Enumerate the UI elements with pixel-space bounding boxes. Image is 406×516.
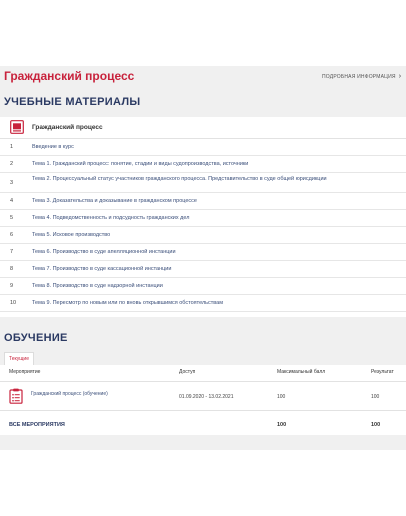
list-item-number: 4 xyxy=(10,198,14,204)
training-heading: ОБУЧЕНИЕ xyxy=(4,332,68,344)
list-item-link[interactable]: Тема 2. Процессуальный статус участников… xyxy=(32,175,372,183)
list-item[interactable]: 1 Введение в курс xyxy=(0,139,406,156)
page-title: Гражданский процесс xyxy=(4,69,135,83)
list-item-link[interactable]: Тема 4. Подведомственность и подсудность… xyxy=(32,214,372,222)
list-item-number: 9 xyxy=(10,283,14,289)
list-item-number: 7 xyxy=(10,249,14,255)
course-title: Гражданский процесс xyxy=(32,124,103,131)
list-item[interactable]: 5 Тема 4. Подведомственность и подсудност… xyxy=(0,210,406,227)
list-item-number: 3 xyxy=(10,180,14,186)
events-table: Мероприятие Доступ Максимальный балл Рез… xyxy=(0,365,406,435)
list-item[interactable]: 7 Тема 6. Производство в суде апелляционн… xyxy=(0,244,406,261)
list-item-number: 8 xyxy=(10,266,14,272)
event-access: 01.09.2020 - 13.02.2021 xyxy=(179,394,234,400)
book-icon xyxy=(10,120,24,134)
total-result: 100 xyxy=(371,422,381,428)
table-row[interactable]: Гражданский процесс (обучение) 01.09.202… xyxy=(0,381,406,411)
more-info-label: ПОДРОБНАЯ ИНФОРМАЦИЯ xyxy=(322,74,396,80)
list-item[interactable]: 8 Тема 7. Производство в суде кассационно… xyxy=(0,261,406,278)
list-item-link[interactable]: Введение в курс xyxy=(32,143,372,151)
list-item-link[interactable]: Тема 1. Гражданский процесс: понятие, ст… xyxy=(32,160,372,168)
list-item[interactable]: 9 Тема 8. Производство в суде надзорной и… xyxy=(0,278,406,295)
materials-panel: Гражданский процесс 1 Введение в курс 2 Тем… xyxy=(0,117,406,317)
list-item[interactable]: 4 Тема 3. Доказательства и доказывание в … xyxy=(0,193,406,210)
materials-heading: УЧЕБНЫЕ МАТЕРИАЛЫ xyxy=(4,96,141,108)
list-item-link[interactable]: Тема 7. Производство в суде кассационной… xyxy=(32,265,372,273)
chevron-right-icon: › xyxy=(398,73,402,80)
course-page: Гражданский процесс ПОДРОБНАЯ ИНФОРМАЦИЯ… xyxy=(0,66,406,450)
list-item-number: 1 xyxy=(10,144,14,150)
tab-current[interactable]: Текущие xyxy=(4,352,34,365)
total-label: ВСЕ МЕРОПРИЯТИЯ xyxy=(9,422,65,428)
list-item-number: 6 xyxy=(10,232,14,238)
list-item[interactable]: 3 Тема 2. Процессуальный статус участнико… xyxy=(0,173,406,193)
list-item[interactable]: 10 Тема 9. Пересмотр по новым или по внов… xyxy=(0,295,406,312)
page-header: Гражданский процесс ПОДРОБНАЯ ИНФОРМАЦИЯ… xyxy=(0,66,406,88)
list-item[interactable]: 6 Тема 5. Исковое производство xyxy=(0,227,406,244)
list-item-link[interactable]: Тема 9. Пересмотр по новым или по вновь … xyxy=(32,299,372,307)
course-header[interactable]: Гражданский процесс xyxy=(0,117,406,139)
list-item-link[interactable]: Тема 3. Доказательства и доказывание в г… xyxy=(32,197,372,205)
training-tabs: Текущие xyxy=(0,352,406,366)
column-header-max-score: Максимальный балл xyxy=(277,369,326,375)
column-header-result: Результат xyxy=(371,369,394,375)
event-name-link[interactable]: Гражданский процесс (обучение) xyxy=(31,391,108,397)
list-item-link[interactable]: Тема 5. Исковое производство xyxy=(32,231,372,239)
total-max-score: 100 xyxy=(277,422,287,428)
list-item-link[interactable]: Тема 6. Производство в суде апелляционно… xyxy=(32,248,372,256)
list-item-number: 2 xyxy=(10,161,14,167)
list-item-number: 10 xyxy=(10,300,17,306)
list-item[interactable]: 2 Тема 1. Гражданский процесс: понятие, с… xyxy=(0,156,406,173)
event-max-score: 100 xyxy=(277,394,286,400)
list-item-number: 5 xyxy=(10,215,14,221)
event-result: 100 xyxy=(371,394,380,400)
clipboard-icon xyxy=(9,388,23,404)
list-item-link[interactable]: Тема 8. Производство в суде надзорной ин… xyxy=(32,282,372,290)
column-header-access: Доступ xyxy=(179,369,196,375)
more-info-link[interactable]: ПОДРОБНАЯ ИНФОРМАЦИЯ › xyxy=(322,73,401,80)
column-header-event: Мероприятие xyxy=(9,369,41,375)
